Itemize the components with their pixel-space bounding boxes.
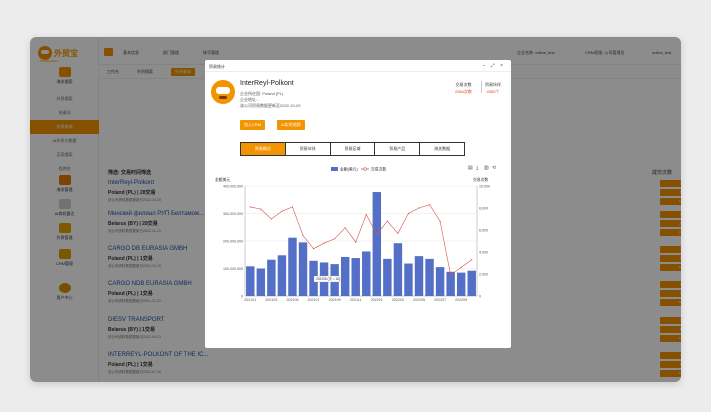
y-tick-label-right: 2,000 [479,273,488,277]
stat-partners: 贸易伙伴 4550个 [485,82,501,95]
y-tick-label-left: 300,000,000 [223,212,243,216]
y-axis-label-left: 金额美元 [215,177,230,182]
legend-label-amount: 金额(美元) [340,167,358,172]
point-trade-count [386,220,388,222]
point-trade-count [471,259,473,261]
y-tick-label-right: 4,000 [479,251,488,255]
x-tick-label: 202209 [455,298,467,302]
modal-title: 贸易统计 [209,64,225,69]
point-trade-count [249,206,251,208]
company-updated: 该公司贸易数据更新至2022-10-29 [240,103,301,108]
y-tick-label-right: 8,000 [479,207,488,211]
stat-value: 2984次数 [455,89,472,94]
point-trade-count [334,238,336,240]
point-trade-count [302,234,304,237]
bar-amount [288,237,297,296]
y-tick-label-right: 0 [479,295,481,299]
point-trade-count [407,212,410,215]
legend-marker-count [363,167,367,171]
point-trade-count [344,227,346,229]
point-trade-count [291,206,294,208]
point-trade-count [260,208,262,210]
y-tick-label-left: 200,000,000 [223,240,243,244]
chart-tooltip-text: 202208 (次 = 16) [316,276,340,281]
tab-trade-overview[interactable]: 贸易概况 [241,143,286,155]
y-tick-label-left: 0 [241,295,243,299]
bar-amount [383,258,392,296]
y-tick-label-right: 6,000 [479,229,488,233]
modal-tabs: 贸易概况 贸易伙伴 贸易区域 贸易产品 海关数据 [240,142,465,156]
bar-amount [404,263,413,296]
x-tick-label: 202201 [371,298,383,302]
bar-amount [414,256,424,296]
modal-header: 贸易统计 – ⤢ × [205,60,511,72]
bar-amount [256,268,266,296]
x-tick-label: 202205 [413,298,425,302]
x-tick-label: 202103 [265,298,277,302]
tab-trade-partners[interactable]: 贸易伙伴 [286,143,331,155]
company-name: InterReyl-Polkont [240,80,294,87]
tab-trade-regions[interactable]: 贸易区域 [331,143,376,155]
tab-customs-data[interactable]: 海关数据 [420,143,464,155]
stat-label: 交易次数 [455,82,472,87]
y-tick-label-left: 400,000,000 [223,185,243,189]
legend-swatch-amount [331,167,338,171]
point-trade-count [312,248,315,250]
bar-amount [456,272,466,296]
x-tick-label: 202207 [434,298,446,302]
stat-value: 4550个 [486,89,500,94]
point-trade-count [460,266,462,268]
x-tick-label: 202203 [392,298,404,302]
bar-amount [298,242,308,296]
stat-divider [481,81,482,93]
point-trade-count [281,210,283,212]
bar-amount [340,256,350,296]
y-tick-label-right: 10,000 [479,185,490,189]
bar-amount [435,267,445,296]
x-tick-label: 202111 [350,298,361,302]
point-trade-count [323,242,325,244]
tab-trade-products[interactable]: 贸易产品 [375,143,421,155]
x-tick-label: 202101 [244,298,256,302]
point-trade-count [365,214,367,216]
add-crm-button[interactable]: 加入CRM [240,120,266,130]
bar-amount [372,192,382,296]
bar-amount [467,270,476,296]
company-avatar-icon [211,80,235,104]
point-trade-count [450,274,452,276]
y-axis-label-right: 交易次数 [473,177,488,182]
x-tick-label: 202105 [286,298,298,302]
point-trade-count [418,207,420,209]
point-trade-count [270,218,272,220]
point-trade-count [376,233,378,235]
trade-stats-modal: 贸易统计 – ⤢ × InterReyl-Polkont 企业所在国: Pola… [205,60,511,348]
modal-window-controls[interactable]: – ⤢ × [483,63,505,69]
x-tick-label: 202107 [308,298,320,302]
stat-label: 贸易伙伴 [485,82,501,87]
legend-label-count: 交易次数 [371,167,386,172]
y-tick-label-left: 100,000,000 [223,267,243,271]
x-tick-label: 202109 [329,298,341,302]
bar-amount [425,258,434,296]
stat-trade-count: 交易次数 2984次数 [455,82,472,95]
bar-amount [267,259,276,296]
trade-chart: 0 100,000,000 200,000,000 300,000,000 400,00… [215,167,490,303]
bar-amount [277,255,287,296]
point-trade-count [439,220,441,222]
point-trade-count [397,232,399,234]
bar-amount [393,243,403,296]
bar-amount [362,251,371,296]
bar-amount [246,266,255,296]
ai-track-button[interactable]: AI实时追踪 [277,120,305,130]
bar-amount [351,258,360,296]
point-trade-count [355,241,357,243]
point-trade-count [428,204,431,206]
